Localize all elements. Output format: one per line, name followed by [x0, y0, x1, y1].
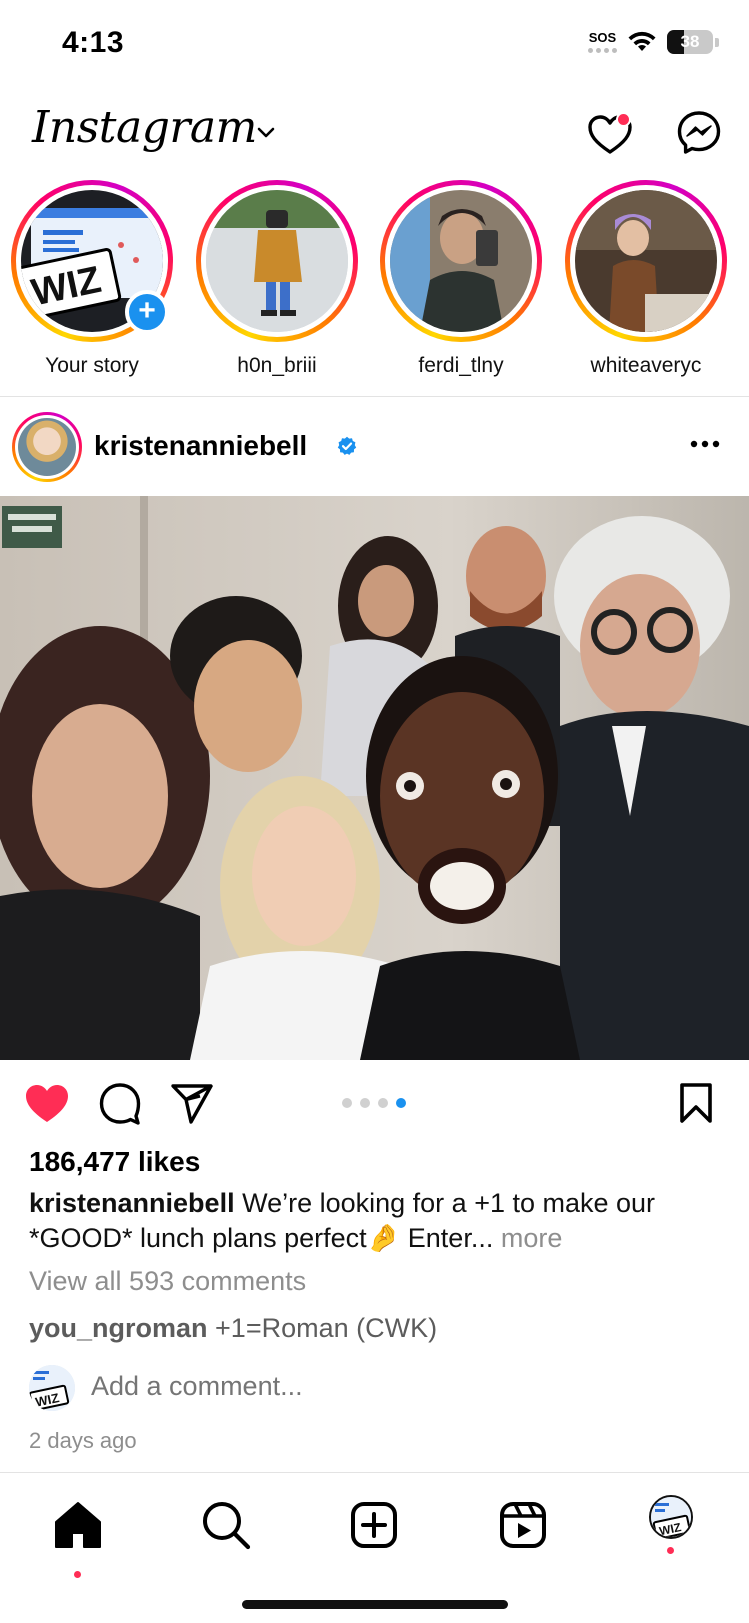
- add-comment-row: WIZ: [29, 1363, 729, 1413]
- profile-avatar[interactable]: WIZ: [649, 1495, 693, 1539]
- sos-indicator: SOS: [588, 31, 617, 53]
- post-header: kristenanniebell: [0, 410, 749, 488]
- bookmark-icon[interactable]: [678, 1082, 714, 1124]
- post-actions: [0, 1074, 749, 1134]
- post-photo[interactable]: [0, 496, 749, 1060]
- battery-nub: [715, 37, 719, 47]
- story-label: h0n_briii: [237, 354, 317, 377]
- carousel-dot: [378, 1098, 388, 1108]
- status-bar: 4:13 SOS 38: [0, 0, 749, 90]
- more-options-icon[interactable]: [690, 440, 720, 448]
- app-header: Instagram: [0, 96, 749, 176]
- chevron-down-icon[interactable]: [256, 126, 276, 140]
- story-h0n-briii[interactable]: h0n_briii: [192, 180, 362, 378]
- carousel-dot: [360, 1098, 370, 1108]
- home-icon[interactable]: [48, 1495, 108, 1555]
- avatar: [18, 418, 76, 476]
- signal-dots: [588, 48, 617, 53]
- status-time: 4:13: [62, 26, 125, 59]
- caption-more-link[interactable]: more: [501, 1223, 563, 1253]
- add-comment-input[interactable]: [91, 1371, 691, 1402]
- home-indicator: [242, 1600, 508, 1609]
- comment-username[interactable]: you_ngroman: [29, 1313, 208, 1343]
- story-avatar: [575, 190, 717, 332]
- story-label: whiteaveryc: [590, 354, 702, 377]
- add-story-button[interactable]: +: [125, 290, 169, 334]
- notification-dot: [616, 112, 631, 127]
- instagram-logo[interactable]: Instagram: [32, 102, 257, 153]
- story-avatar: [390, 190, 532, 332]
- post-timestamp: 2 days ago: [29, 1428, 137, 1453]
- post-author-avatar[interactable]: [12, 412, 82, 482]
- story-whiteaveryc[interactable]: whiteaveryc: [561, 180, 731, 378]
- story-ring: [196, 180, 358, 342]
- create-post-icon[interactable]: [344, 1495, 404, 1555]
- verified-badge-icon: [337, 436, 357, 455]
- story-ring: [380, 180, 542, 342]
- story-avatar: [206, 190, 348, 332]
- comment-preview: you_ngroman +1=Roman (CWK): [29, 1313, 437, 1344]
- story-your-story[interactable]: WIZ + Your story: [7, 180, 177, 378]
- caption-username[interactable]: kristenanniebell: [29, 1188, 235, 1218]
- like-heart-icon[interactable]: [24, 1082, 70, 1124]
- reels-icon[interactable]: [493, 1495, 553, 1555]
- post-username[interactable]: kristenanniebell: [94, 430, 307, 462]
- post-caption: kristenanniebell We’re looking for a +1 …: [29, 1186, 729, 1256]
- comment-icon[interactable]: [98, 1082, 142, 1126]
- story-ring: [565, 180, 727, 342]
- story-label: Your story: [45, 354, 139, 377]
- wifi-icon: [628, 31, 656, 51]
- carousel-dot: [342, 1098, 352, 1108]
- battery-indicator: 38: [667, 30, 713, 54]
- wiz-avatar-image: WIZ: [29, 1365, 75, 1411]
- messenger-icon[interactable]: [676, 110, 722, 156]
- home-activity-dot: [74, 1571, 81, 1578]
- stories-tray: WIZ + Your story h0n_briii ferdi_tlny wh…: [0, 180, 749, 380]
- view-all-comments-link[interactable]: View all 593 comments: [29, 1266, 306, 1297]
- stories-divider: [0, 396, 749, 397]
- search-icon[interactable]: [196, 1495, 256, 1555]
- carousel-indicator: [342, 1098, 406, 1108]
- share-send-icon[interactable]: [170, 1082, 214, 1126]
- group-selfie-image: [0, 496, 749, 1060]
- sos-label: SOS: [588, 30, 617, 45]
- story-ferdi-tlny[interactable]: ferdi_tlny: [376, 180, 546, 378]
- likes-count[interactable]: 186,477 likes: [29, 1146, 200, 1178]
- status-icons: SOS 38: [588, 30, 719, 54]
- story-label: ferdi_tlny: [418, 354, 504, 377]
- comment-text: +1=Roman (CWK): [207, 1313, 438, 1343]
- wiz-avatar-image: WIZ: [651, 1497, 691, 1537]
- avatar: WIZ: [29, 1365, 75, 1411]
- battery-level: 38: [680, 32, 700, 51]
- profile-activity-dot: [667, 1547, 674, 1554]
- carousel-dot: [396, 1098, 406, 1108]
